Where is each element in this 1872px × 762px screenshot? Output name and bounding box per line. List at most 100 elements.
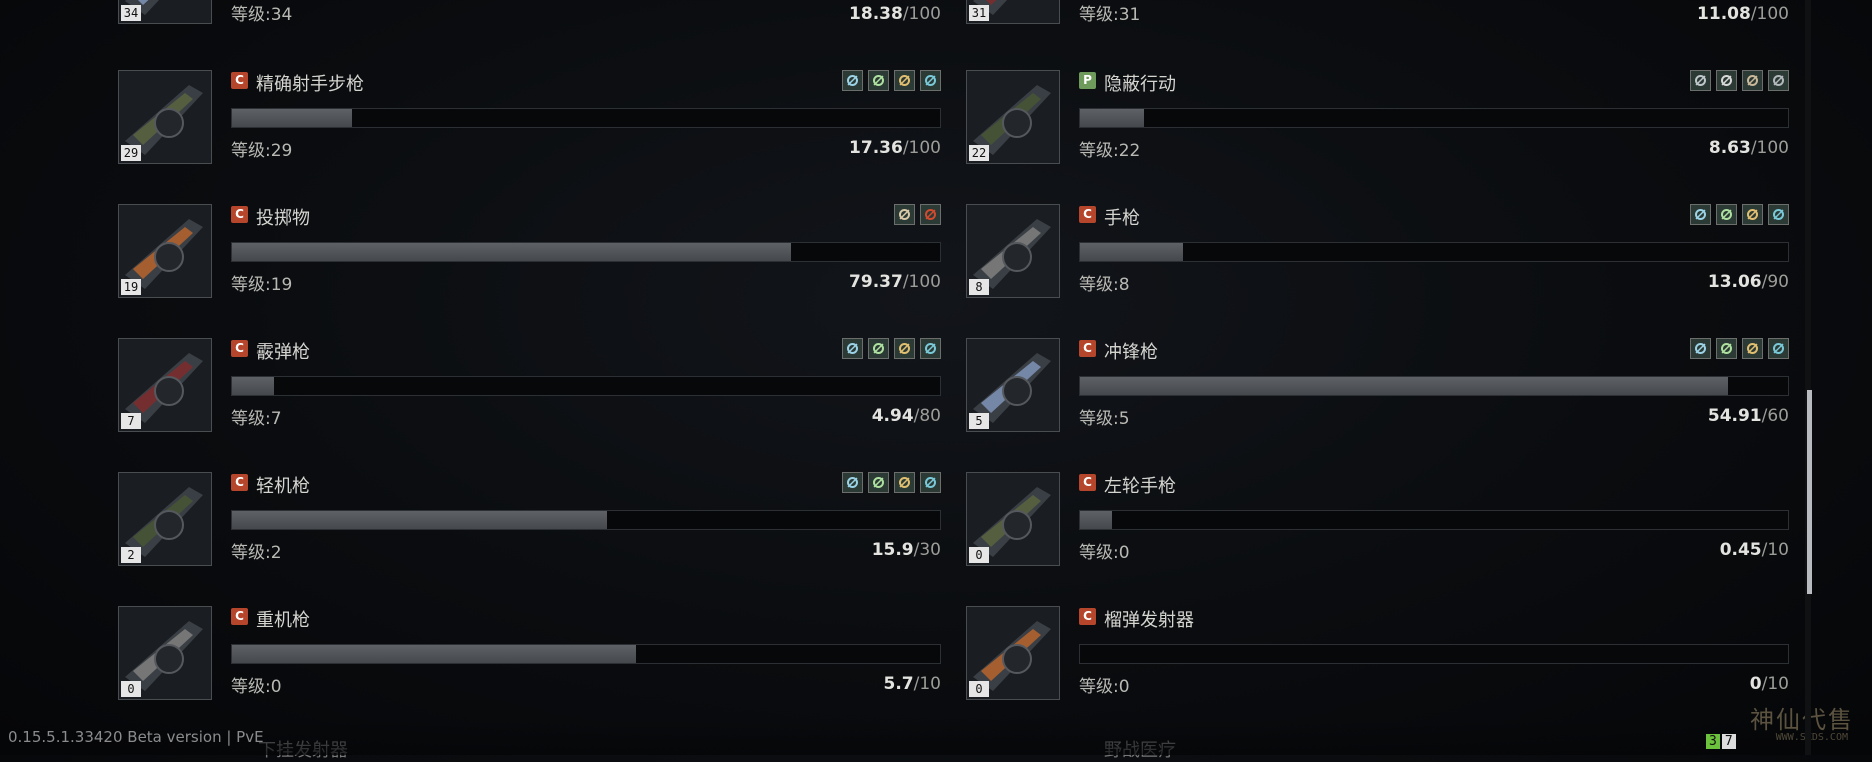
skill-progress-bar [231,376,941,396]
skill-progress-value: 8.63 [1708,138,1751,158]
reload-icon[interactable] [842,338,863,359]
skill-progress-max: /100 [1750,138,1789,158]
revolver-thumbnail: 0 [966,472,1060,566]
skill-name: 精确射手步枪 [256,74,364,95]
skill-card-throwables[interactable]: 19 C 投掷物 等级:19 79.37/100 [118,204,958,304]
skill-progress-text: 0/10 [1750,674,1789,694]
skill-level-text: 等级:19 [231,275,293,295]
skill-progress-text: 18.38/100 [849,4,941,24]
skill-level-text: 等级:22 [1079,141,1141,161]
reload-icon[interactable] [1690,338,1711,359]
skill-level-text: 等级:29 [231,141,293,161]
heavy-machine-gun-thumbnail: 0 [118,606,212,700]
speed-icon[interactable] [1768,204,1789,225]
skill-card-hmg[interactable]: 0 C 重机枪 等级:0 5.7/10 [118,606,958,706]
skill-card-pistol[interactable]: 8 C 手枪 等级:8 13.06/90 [966,204,1806,304]
smg-thumbnail: 5 [966,338,1060,432]
skill-perk-icons [842,472,941,493]
skill-level-text: 等级:0 [231,677,282,697]
watermark-url: WWW.SXDS.COM [1775,732,1848,743]
accuracy-icon[interactable] [868,338,889,359]
skill-level-text: 等级:5 [1079,409,1130,429]
footstep-icon[interactable] [1716,70,1737,91]
skill-progress-value: 13.06 [1707,272,1762,292]
skill-type-badge: C [1079,206,1096,223]
weapon-thumbnail: 34 [118,0,212,24]
recoil-icon[interactable] [894,472,915,493]
skill-type-badge: C [1079,340,1096,357]
recoil-icon[interactable] [1742,204,1763,225]
skill-name: 冲锋枪 [1104,342,1158,363]
recoil-icon[interactable] [1742,338,1763,359]
pistol-thumbnail: 8 [966,204,1060,298]
skill-progress-text: 8.63/100 [1709,138,1789,158]
skill-progress-text: 79.37/100 [849,272,941,292]
accuracy-icon[interactable] [868,70,889,91]
skill-perk-icons [894,204,941,225]
crouch-icon[interactable] [1742,70,1763,91]
skill-card-top[interactable]: 31 等级:31 11.08/100 [966,0,1806,30]
skill-level-text: 等级:2 [231,543,282,563]
skill-perk-icons [1690,204,1789,225]
skill-type-badge: C [1079,608,1096,625]
speed-icon[interactable] [920,70,941,91]
scrollbar-thumb[interactable] [1807,390,1812,594]
skill-card-grenade_launcher[interactable]: 0 C 榴弹发射器 等级:0 0/10 [966,606,1806,706]
reload-icon[interactable] [842,70,863,91]
throw-hand-icon[interactable] [894,204,915,225]
skill-progress-value: 11.08 [1697,4,1751,24]
skill-level-badge: 2 [121,547,141,563]
skill-progress-max: /100 [902,138,941,158]
version-label: 0.15.5.1.33420 Beta version | PvE [8,728,264,746]
skill-level-badge: 29 [121,145,141,161]
speed-icon[interactable] [920,472,941,493]
partial-badges-right: 3 7 [1706,734,1736,749]
skill-progress-bar [1079,644,1789,664]
skill-level-badge: 22 [969,145,989,161]
accuracy-icon[interactable] [868,472,889,493]
skill-card-lmg[interactable]: 2 C 轻机枪 等级:2 15.9/30 [118,472,958,572]
accuracy-icon[interactable] [1716,204,1737,225]
skill-progress-bar [231,242,941,262]
stealth-icon[interactable] [1768,70,1789,91]
skill-progress-max: /10 [1761,674,1789,694]
skill-level-text: 等级:7 [231,409,282,429]
scrollbar-track[interactable] [1805,0,1811,755]
speed-icon[interactable] [1768,338,1789,359]
skill-name: 轻机枪 [256,476,310,497]
skill-progress-fill [232,109,353,127]
recoil-icon[interactable] [894,338,915,359]
partial-badge-b: 7 [1721,734,1736,749]
skill-level-text: 等级:34 [231,5,293,25]
skill-progress-bar [1079,376,1789,396]
skill-level-badge: 0 [969,681,989,697]
skill-type-badge: C [1079,474,1096,491]
sneak-icon[interactable] [1690,70,1711,91]
skill-progress-value: 17.36 [849,138,903,158]
speed-icon[interactable] [920,338,941,359]
reload-icon[interactable] [842,472,863,493]
skill-card-covert[interactable]: 22 P 隐蔽行动 等级:22 8.63/100 [966,70,1806,170]
skill-card-top[interactable]: 34 等级:34 18.38/100 [118,0,958,30]
skill-card-marksman[interactable]: 29 C 精确射手步枪 等级:29 17.36/100 [118,70,958,170]
recoil-icon[interactable] [894,70,915,91]
skill-progress-max: /90 [1761,272,1789,292]
skill-level-text: 等级:0 [1079,677,1130,697]
skill-progress-text: 5.7/10 [884,674,941,694]
bottom-fade [0,720,1872,755]
skill-card-smg[interactable]: 5 C 冲锋枪 等级:5 54.91/60 [966,338,1806,438]
accuracy-icon[interactable] [1716,338,1737,359]
skill-progress-text: 4.94/80 [872,406,941,426]
skill-perk-icons [842,338,941,359]
skill-progress-bar [1079,242,1789,262]
skill-perk-icons [1690,70,1789,91]
skill-card-shotguns[interactable]: 7 C 霰弹枪 等级:7 4.94/80 [118,338,958,438]
reload-icon[interactable] [1690,204,1711,225]
skill-card-revolver[interactable]: 0 C 左轮手枪 等级:0 0.45/10 [966,472,1806,572]
skill-progress-text: 11.08/100 [1697,4,1789,24]
skill-level-badge: 0 [969,547,989,563]
skill-progress-fill [232,511,608,529]
skill-progress-bar [1079,510,1789,530]
skill-name: 投掷物 [256,208,310,229]
grenade-icon[interactable] [920,204,941,225]
